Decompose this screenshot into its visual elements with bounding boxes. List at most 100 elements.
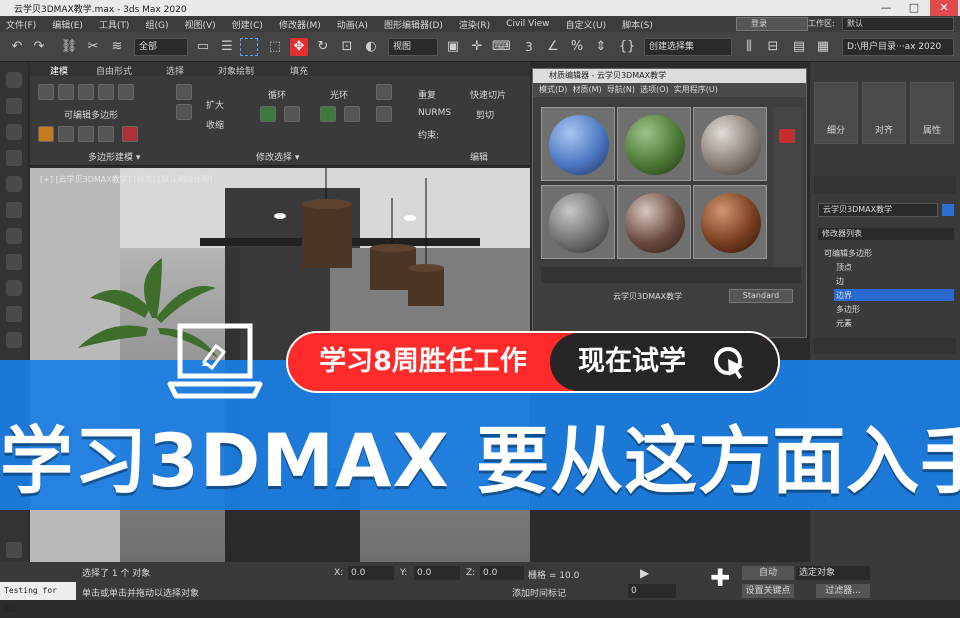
auto-key-button[interactable]: 自动 xyxy=(742,566,794,580)
percent-snap-icon[interactable]: % xyxy=(568,38,586,56)
material-slot[interactable] xyxy=(693,185,767,259)
angle-snap-icon[interactable]: ∠ xyxy=(544,38,562,56)
ribbon-tab-selection[interactable]: 选择 xyxy=(166,64,184,77)
mat-menu-material[interactable]: 材质(M) xyxy=(573,85,602,94)
ring-grow-icon[interactable] xyxy=(320,106,336,122)
menu-create[interactable]: 创建(C) xyxy=(232,18,263,31)
material-type-button[interactable]: Standard xyxy=(729,289,793,303)
subobject-vertex[interactable]: 顶点 xyxy=(836,262,852,273)
grow-selection-icon[interactable] xyxy=(260,106,276,122)
display-icon[interactable] xyxy=(6,306,22,322)
vertex-mode-icon[interactable] xyxy=(38,84,54,100)
grow-ring-icon[interactable] xyxy=(176,84,192,100)
promo-pill[interactable]: 学习8周胜任工作 现在试学 xyxy=(286,331,780,393)
create-panel-icon[interactable] xyxy=(6,72,22,88)
material-slot[interactable] xyxy=(541,185,615,259)
pivot-icon[interactable] xyxy=(78,126,94,142)
menu-graph-editors[interactable]: 图形编辑器(D) xyxy=(384,18,443,31)
y-coordinate-field[interactable]: 0.0 xyxy=(414,566,460,580)
login-button[interactable]: 登录 xyxy=(736,17,808,31)
mat-menu-utilities[interactable]: 实用程序(U) xyxy=(674,85,718,94)
background-icon[interactable] xyxy=(779,129,795,143)
shrink-button[interactable]: 收缩 xyxy=(206,118,224,131)
show-end-result-icon[interactable] xyxy=(122,126,138,142)
minimize-button[interactable]: — xyxy=(872,0,900,16)
toggle-ribbon-icon[interactable]: ▦ xyxy=(814,38,832,56)
material-slot[interactable] xyxy=(693,107,767,181)
keyboard-shortcut-override-icon[interactable]: ⌨ xyxy=(492,38,511,56)
z-coordinate-field[interactable]: 0.0 xyxy=(480,566,524,580)
object-name-field[interactable]: 云学贝3DMAX教学 xyxy=(818,203,938,217)
spinner-snap-icon[interactable]: ⇕ xyxy=(592,38,610,56)
select-manipulate-icon[interactable]: ✛ xyxy=(468,38,486,56)
try-now-button[interactable]: 现在试学 xyxy=(550,333,778,391)
menu-group[interactable]: 组(G) xyxy=(145,18,168,31)
select-by-name-icon[interactable]: ☰ xyxy=(218,38,236,56)
select-move-icon[interactable]: ✥ xyxy=(290,38,308,56)
poly-modeling-group[interactable]: 多边形建模 ▾ xyxy=(88,150,140,163)
x-coordinate-field[interactable]: 0.0 xyxy=(348,566,394,580)
repeat-button[interactable]: 重复 xyxy=(418,88,436,101)
key-filter-dropdown[interactable]: 选定对象 xyxy=(796,566,870,580)
bind-spacewarp-icon[interactable]: ≋ xyxy=(108,38,126,56)
rectangular-selection-icon[interactable] xyxy=(240,38,258,56)
polygon-mode-icon[interactable] xyxy=(98,84,114,100)
material-slot[interactable] xyxy=(617,185,691,259)
modify-selection-group[interactable]: 修改选择 ▾ xyxy=(256,150,299,163)
material-slot[interactable] xyxy=(617,107,691,181)
material-name-field[interactable]: 云学贝3DMAX教学 xyxy=(613,291,682,302)
ring-shrink-icon[interactable] xyxy=(344,106,360,122)
element-mode-icon[interactable] xyxy=(118,84,134,100)
menu-rendering[interactable]: 渲染(R) xyxy=(459,18,490,31)
light-icon[interactable] xyxy=(6,124,22,140)
quickslice-button[interactable]: 快速切片 xyxy=(470,88,506,101)
object-color-swatch[interactable] xyxy=(942,204,954,216)
create-selection-set-dropdown[interactable]: 创建选择集 xyxy=(644,38,732,56)
select-rotate-icon[interactable]: ↻ xyxy=(314,38,332,56)
close-button[interactable]: ✕ xyxy=(930,0,958,16)
modifier-editable-poly[interactable]: 可编辑多边形 xyxy=(824,248,872,259)
subdivide-button[interactable]: 细分 xyxy=(814,82,858,144)
edit-group[interactable]: 编辑 xyxy=(470,150,488,163)
menu-animation[interactable]: 动画(A) xyxy=(337,18,368,31)
subobject-edge[interactable]: 边 xyxy=(836,276,844,287)
viewport-label[interactable]: [+] [云学贝3DMAX教学] [标准] [默认明暗处理] xyxy=(40,174,212,185)
select-object-icon[interactable]: ▭ xyxy=(194,38,212,56)
camera-icon[interactable] xyxy=(6,150,22,166)
mat-menu-options[interactable]: 选项(O) xyxy=(640,85,669,94)
key-filters-button[interactable]: 过滤器... xyxy=(816,584,870,598)
add-time-tag[interactable]: 添加时间标记 xyxy=(512,586,566,599)
nurms-button[interactable]: NURMS xyxy=(418,108,451,118)
edge-mode-icon[interactable] xyxy=(58,84,74,100)
shape-icon[interactable] xyxy=(6,202,22,218)
modifier-list-dropdown[interactable]: 修改器列表 xyxy=(818,228,954,240)
menu-civil-view[interactable]: Civil View xyxy=(506,19,549,29)
align-icon[interactable]: ⊟ xyxy=(764,38,782,56)
geometry-icon[interactable] xyxy=(6,254,22,270)
project-path-field[interactable]: D:\用户目录···ax 2020 xyxy=(842,38,954,56)
play-icon[interactable]: ▶ xyxy=(640,566,649,580)
utilities-icon[interactable] xyxy=(6,332,22,348)
loop-button[interactable]: 循环 xyxy=(268,88,286,101)
workspace-dropdown[interactable]: 默认 xyxy=(842,17,954,31)
material-slot[interactable] xyxy=(541,107,615,181)
grid-align-icon[interactable] xyxy=(376,84,392,100)
placement-icon[interactable]: ◐ xyxy=(362,38,380,56)
maximize-button[interactable]: □ xyxy=(900,0,928,16)
redo-icon[interactable]: ↷ xyxy=(30,38,48,56)
subobject-border[interactable]: 边界 xyxy=(836,290,852,301)
frame-field[interactable]: 0 xyxy=(628,584,676,598)
menu-file[interactable]: 文件(F) xyxy=(6,18,36,31)
snaps-toggle-icon[interactable]: 3 xyxy=(520,38,538,56)
mat-menu-navigation[interactable]: 导航(N) xyxy=(607,85,635,94)
menu-customize[interactable]: 自定义(U) xyxy=(566,18,607,31)
unlink-icon[interactable]: ✂ xyxy=(84,38,102,56)
mirror-icon[interactable]: ⫼ xyxy=(740,38,758,56)
subobject-element[interactable]: 元素 xyxy=(836,318,852,329)
mat-menu-modes[interactable]: 模式(D) xyxy=(539,85,567,94)
modify-mode-icon[interactable] xyxy=(38,126,54,142)
link-icon[interactable]: ⛓ xyxy=(60,38,78,56)
shrink-selection-icon[interactable] xyxy=(284,106,300,122)
ribbon-tab-freeform[interactable]: 自由形式 xyxy=(96,64,132,77)
expand-button[interactable]: 扩大 xyxy=(206,98,224,111)
